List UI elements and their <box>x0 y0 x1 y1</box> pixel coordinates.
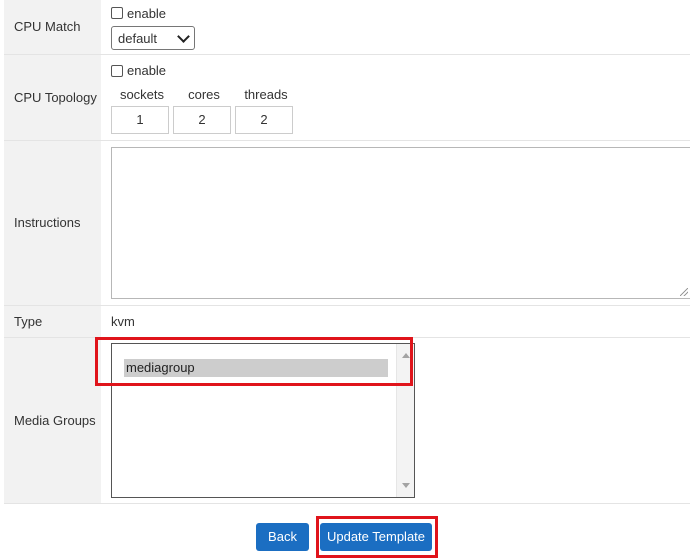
highlight-box-update-button <box>316 516 438 558</box>
scroll-down-icon[interactable] <box>402 483 410 488</box>
cpu-topology-row: CPU Topology enable sockets 1 cores 2 th… <box>4 54 690 141</box>
cpu-match-select[interactable]: default <box>111 26 195 50</box>
cpu-topology-cell: enable sockets 1 cores 2 threads 2 <box>101 54 690 141</box>
cpu-match-cell: enable default <box>101 0 690 55</box>
type-row: Type kvm <box>4 305 690 338</box>
sockets-header: sockets <box>119 86 165 102</box>
cores-header: cores <box>188 86 220 102</box>
cores-column: cores 2 <box>173 84 235 134</box>
sockets-column: sockets 1 <box>111 84 173 134</box>
cpu-match-row: CPU Match enable default <box>4 0 690 55</box>
media-groups-label: Media Groups <box>4 337 101 504</box>
instructions-row: Instructions <box>4 140 690 306</box>
cpu-match-label: CPU Match <box>4 0 101 55</box>
threads-input[interactable]: 2 <box>235 105 293 134</box>
back-button[interactable]: Back <box>256 523 309 551</box>
cpu-match-select-value: default <box>118 30 158 46</box>
cpu-topology-grid: sockets 1 cores 2 threads 2 <box>111 84 690 134</box>
resize-handle-icon[interactable] <box>680 288 688 296</box>
cpu-match-enable-label: enable <box>127 5 167 21</box>
cpu-topology-enable[interactable]: enable <box>111 62 690 80</box>
cpu-topology-checkbox[interactable] <box>111 64 123 77</box>
instructions-textarea[interactable] <box>111 147 690 299</box>
cpu-match-checkbox[interactable] <box>111 7 123 19</box>
cpu-match-enable[interactable]: enable <box>111 4 690 22</box>
instructions-label: Instructions <box>4 140 101 306</box>
threads-header: threads <box>244 86 288 102</box>
threads-column: threads 2 <box>235 84 297 134</box>
type-value: kvm <box>101 305 690 338</box>
sockets-input[interactable]: 1 <box>111 105 169 134</box>
template-form: CPU Match enable default CPU Topology en… <box>4 0 690 504</box>
cores-input[interactable]: 2 <box>173 105 231 134</box>
cpu-topology-label: CPU Topology <box>4 54 101 141</box>
instructions-cell <box>101 140 690 306</box>
type-label: Type <box>4 305 101 338</box>
chevron-down-icon <box>177 29 190 43</box>
cpu-topology-enable-label: enable <box>127 63 167 78</box>
highlight-box-media-option <box>95 337 413 386</box>
